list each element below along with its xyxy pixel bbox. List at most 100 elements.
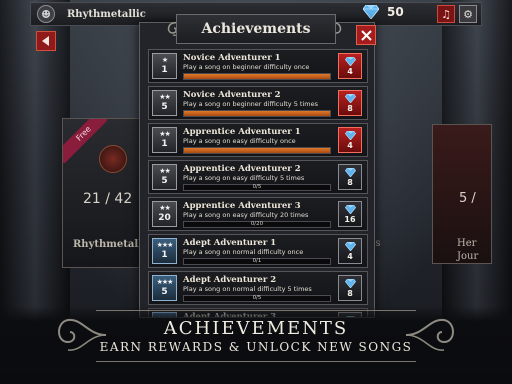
badge-stars: ★★ [159, 93, 171, 101]
reward-button[interactable]: 8 [338, 164, 362, 190]
arrow-left-icon [42, 36, 49, 46]
banner-subtitle: EARN REWARDS & UNLOCK NEW SONGS [99, 340, 413, 354]
achievement-progress-bar: 0/5 [183, 295, 331, 302]
gem-icon [344, 57, 356, 66]
close-icon [360, 29, 372, 41]
music-button[interactable]: ♫ [437, 5, 455, 23]
reward-button[interactable]: 8 [338, 90, 362, 116]
progress-text: 0/5 [252, 184, 262, 190]
achievement-row[interactable]: ★★ 5 Apprentice Adventurer 2 Play a song on… [148, 160, 368, 194]
achievement-description: Play a song on beginner difficulty once [183, 63, 310, 71]
badge-level: 5 [161, 102, 168, 112]
gem-icon [344, 205, 356, 214]
achievement-row[interactable]: ★ 1 Novice Adventurer 1 Play a song on begi… [148, 49, 368, 83]
reward-button[interactable]: 4 [338, 127, 362, 153]
achievement-progress-bar [183, 147, 331, 154]
reward-gem-count: 4 [347, 252, 353, 261]
panel-title: Achievements [201, 21, 311, 37]
reward-button[interactable]: 4 [338, 238, 362, 264]
progress-fill [184, 74, 330, 79]
song-emblem-icon [99, 145, 127, 173]
reward-gem-count: 4 [347, 141, 353, 150]
reward-button[interactable]: 4 [338, 53, 362, 79]
progress-text: 0/20 [250, 221, 264, 227]
achievement-title: Novice Adventurer 1 [183, 53, 281, 63]
achievement-row[interactable]: ★★★ 5 Adept Adventurer 2 Play a song on nor… [148, 271, 368, 305]
achievement-progress-bar [183, 73, 331, 80]
gem-icon [344, 168, 356, 177]
reward-gem-count: 8 [347, 289, 353, 298]
reward-gem-count: 8 [347, 104, 353, 113]
gem-icon [363, 5, 379, 19]
banner-title: ACHIEVEMENTS [163, 318, 349, 339]
achievement-row[interactable]: ★★★ 1 Adept Adventurer 1 Play a song on nor… [148, 234, 368, 268]
reward-gem-count: 8 [347, 178, 353, 187]
settings-button[interactable]: ⚙ [459, 5, 477, 23]
reward-button[interactable]: 16 [338, 201, 362, 227]
achievement-row[interactable]: ★★ 20 Apprentice Adventurer 3 Play a song o… [148, 197, 368, 231]
badge-level: 1 [161, 65, 168, 75]
achievements-panel: ★ 1 Novice Adventurer 1 Play a song on begi… [139, 22, 375, 318]
achievement-progress-bar: 0/5 [183, 184, 331, 191]
achievement-description: Play a song on beginner difficulty 5 tim… [183, 100, 318, 108]
badge-level: 20 [158, 213, 171, 223]
achievement-description: Play a song on easy difficulty once [183, 137, 296, 145]
song-card-title-line2: Jour [457, 251, 479, 262]
reward-gem-count: 4 [347, 67, 353, 76]
badge-stars: ★★★ [156, 278, 174, 286]
song-card-title-line1: Her [457, 238, 477, 249]
gem-icon [344, 131, 356, 140]
progress-text: 0/5 [252, 295, 262, 301]
achievement-description: Play a song on easy difficulty 20 times [183, 211, 309, 219]
song-card-progress: 5 / [459, 191, 476, 206]
achievement-badge-icon: ★★ 5 [152, 90, 177, 116]
achievement-description: Play a song on normal difficulty once [183, 248, 304, 256]
achievement-row[interactable]: ★★ 1 Apprentice Adventurer 1 Play a song on… [148, 123, 368, 157]
achievement-badge-icon: ★★★ 1 [152, 238, 177, 264]
reward-button[interactable]: 8 [338, 275, 362, 301]
gear-icon: ⚙ [463, 7, 473, 21]
song-card-progress: 21 / 42 [83, 191, 133, 207]
achievement-row[interactable]: ★★ 5 Novice Adventurer 2 Play a song on beg… [148, 86, 368, 120]
achievement-progress-bar: 0/20 [183, 221, 331, 228]
badge-stars: ★★ [159, 130, 171, 138]
achievement-title: Apprentice Adventurer 3 [183, 201, 301, 211]
close-button[interactable] [356, 25, 376, 45]
back-button[interactable] [36, 31, 56, 51]
gem-icon [344, 242, 356, 251]
badge-stars: ★★ [159, 204, 171, 212]
progress-fill [184, 111, 330, 116]
achievement-progress-bar: 0/1 [183, 258, 331, 265]
badge-level: 5 [161, 176, 168, 186]
badge-level: 1 [161, 139, 168, 149]
song-card-title: Her Jour [457, 237, 478, 263]
badge-level: 1 [161, 250, 168, 260]
achievement-title: Apprentice Adventurer 2 [183, 164, 301, 174]
achievement-badge-icon: ★★ 1 [152, 127, 177, 153]
achievement-title: Adept Adventurer 1 [183, 238, 277, 248]
panel-header: Achievements [176, 14, 336, 44]
username: Rhythmetallic [67, 8, 146, 20]
achievement-description: Play a song on easy difficulty 5 times [183, 174, 305, 182]
achievement-progress-bar [183, 110, 331, 117]
badge-stars: ★★ [159, 167, 171, 175]
achievements-list[interactable]: ★ 1 Novice Adventurer 1 Play a song on begi… [148, 49, 368, 317]
achievement-description: Play a song on normal difficulty 5 times [183, 285, 312, 293]
progress-text: 0/1 [252, 258, 262, 264]
gem-count: 50 [387, 5, 404, 19]
song-card-title: Rhythmetalli [73, 239, 146, 250]
achievement-badge-icon: ★★ 20 [152, 201, 177, 227]
badge-stars: ★ [161, 56, 168, 64]
reward-gem-count: 16 [344, 215, 356, 224]
gem-icon [344, 94, 356, 103]
profile-icon[interactable]: ☻ [37, 5, 55, 23]
badge-level: 5 [161, 287, 168, 297]
achievement-badge-icon: ★ 1 [152, 53, 177, 79]
gem-counter: 50 [363, 5, 404, 19]
song-card-right[interactable]: 5 / Her Jour [432, 124, 492, 264]
achievement-title: Novice Adventurer 2 [183, 90, 281, 100]
achievement-badge-icon: ★★ 5 [152, 164, 177, 190]
progress-fill [184, 148, 330, 153]
gem-icon [344, 279, 356, 288]
achievement-badge-icon: ★★★ 5 [152, 275, 177, 301]
